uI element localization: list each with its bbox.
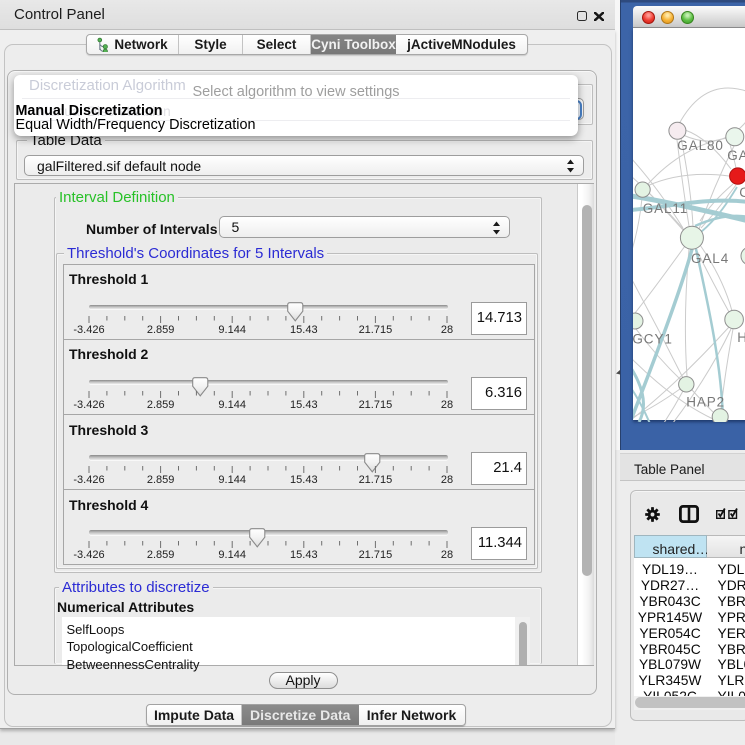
- svg-text:GA: GA: [727, 148, 745, 163]
- svg-text:GAL4: GAL4: [691, 251, 729, 266]
- svg-text:HAP2: HAP2: [686, 395, 725, 410]
- svg-text:GAL80: GAL80: [677, 138, 724, 153]
- svg-text:GCY1: GCY1: [633, 332, 673, 347]
- svg-text:GAL11: GAL11: [642, 201, 688, 216]
- svg-text:H: H: [737, 330, 745, 345]
- svg-text:C: C: [739, 185, 745, 200]
